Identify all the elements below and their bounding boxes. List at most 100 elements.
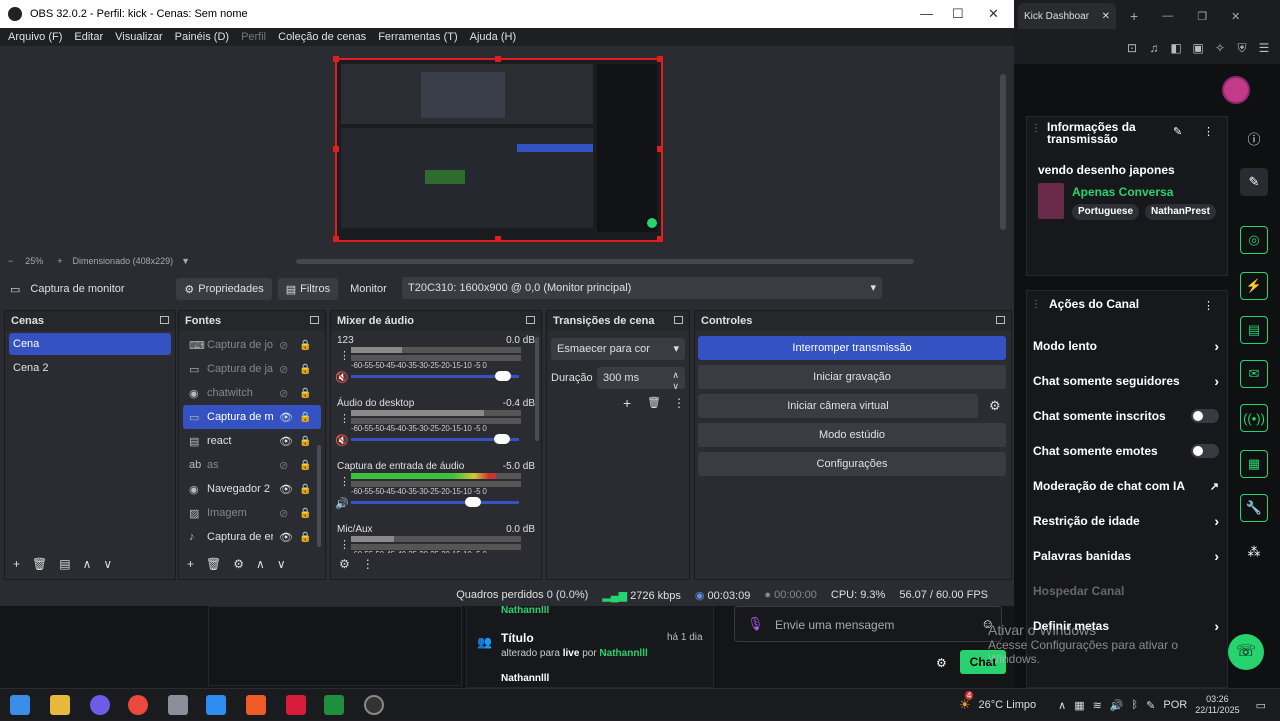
resize-handle[interactable] (495, 56, 501, 62)
eye-icon[interactable]: 👁 (279, 435, 295, 448)
source-item[interactable]: ▭ Captura de m 👁 🔒 (183, 405, 321, 429)
tab-kick-dashboard[interactable]: Kick Dashboar ✕ (1018, 3, 1116, 29)
undock-icon[interactable] (310, 316, 319, 324)
lock-icon[interactable]: 🔒 (299, 436, 313, 447)
start-virtual-camera-button[interactable]: Iniciar câmera virtual (698, 394, 978, 418)
lock-icon[interactable]: 🔒 (299, 484, 313, 495)
channel-action[interactable]: Chat somente seguidores › (1033, 372, 1219, 390)
channel-action[interactable]: Modo lento › (1033, 337, 1219, 355)
undock-icon[interactable] (996, 316, 1005, 324)
info-icon[interactable]: ⓘ (1240, 124, 1268, 152)
arrow-down-icon[interactable]: ∨ (103, 557, 112, 571)
start-recording-button[interactable]: Iniciar gravação (698, 365, 1006, 389)
eye-off-icon[interactable]: ⊘ (279, 459, 295, 472)
resize-handle[interactable] (495, 236, 501, 242)
menu-item[interactable]: Ferramentas (T) (378, 31, 457, 43)
add-icon[interactable]: + (13, 557, 20, 571)
lock-icon[interactable]: 🔒 (299, 532, 313, 543)
chat-icon[interactable]: ✉ (1240, 360, 1268, 388)
scene-item[interactable]: Cena (9, 333, 171, 355)
weather-text[interactable]: 26°C Limpo (979, 699, 1037, 711)
menu-item[interactable]: Visualizar (115, 31, 163, 43)
volume-knob[interactable] (465, 497, 481, 507)
more-icon[interactable]: ⋮ (673, 396, 685, 410)
wallet-icon[interactable]: ▣ (1190, 40, 1206, 56)
notes-icon[interactable]: ▤ (1240, 316, 1268, 344)
network-icon[interactable]: ▦ (1074, 699, 1084, 712)
monitor-select[interactable]: T20C310: 1600x900 @ 0,0 (Monitor princip… (402, 277, 882, 299)
screenshot-icon[interactable]: ⊡ (1124, 40, 1140, 56)
discord-icon[interactable] (90, 695, 110, 715)
drag-handle-icon[interactable]: ⋮ (1031, 123, 1041, 134)
volume-icon[interactable]: 🔊 (1110, 699, 1124, 712)
channel-action[interactable]: Palavras banidas › (1033, 547, 1219, 565)
close-icon[interactable]: ✕ (988, 6, 999, 22)
volume-slider[interactable] (351, 371, 519, 381)
restore-icon[interactable]: ❐ (1197, 10, 1207, 23)
chevron-down-icon[interactable]: ∨ (672, 375, 679, 397)
file-explorer-icon[interactable] (50, 695, 70, 715)
weather-icon[interactable]: ☀ 4 (959, 691, 974, 713)
activity-user-top[interactable]: Nathannlll (501, 605, 549, 616)
mic-icon[interactable]: 🎙 (747, 616, 764, 632)
menu-item[interactable]: Editar (74, 31, 103, 43)
arrow-down-icon[interactable]: ∨ (277, 557, 286, 571)
zoom-out-icon[interactable]: − (8, 256, 13, 266)
mixer-scrollbar[interactable] (535, 337, 539, 441)
settings-icon[interactable]: ⚙ (936, 656, 947, 670)
chrome-icon[interactable] (128, 695, 148, 715)
stop-streaming-button[interactable]: Interromper transmissão (698, 336, 1006, 360)
lock-icon[interactable]: 🔒 (299, 508, 313, 519)
more-icon[interactable]: ⋮ (339, 538, 350, 551)
chevron-down-icon[interactable]: ▼ (181, 256, 190, 266)
close-window-icon[interactable]: ✕ (1231, 10, 1240, 23)
resize-handle[interactable] (657, 146, 663, 152)
more-icon[interactable]: ⋮ (339, 475, 350, 488)
more-icon[interactable]: ⋮ (339, 349, 350, 362)
source-item[interactable]: ⌨ Captura de jo ⊘ 🔒 (183, 333, 321, 357)
muted-speaker-icon[interactable]: 🔇 (335, 371, 349, 384)
pen-icon[interactable]: ✎ (1146, 699, 1155, 712)
zoom-in-icon[interactable]: + (57, 256, 62, 266)
shield-icon[interactable]: ⛨ (1234, 40, 1250, 56)
support-chat-icon[interactable]: ☏ (1228, 634, 1264, 670)
notifications-icon[interactable]: ▭ (1256, 699, 1266, 712)
source-item[interactable]: ▭ Captura de ja ⊘ 🔒 (183, 357, 321, 381)
toggle-switch[interactable] (1191, 444, 1219, 458)
camera-icon[interactable]: ◎ (1240, 226, 1268, 254)
trash-icon[interactable]: 🗑 (647, 396, 661, 409)
music-icon[interactable]: ♫ (1146, 40, 1162, 56)
lock-icon[interactable]: 🔒 (299, 412, 313, 423)
arrow-up-icon[interactable]: ∧ (256, 557, 265, 571)
undock-icon[interactable] (160, 316, 169, 324)
gear-icon[interactable]: ⚙ (233, 557, 244, 571)
eye-off-icon[interactable]: ⊘ (279, 339, 295, 352)
channel-action[interactable]: Chat somente inscritos (1033, 407, 1219, 425)
activity-user[interactable]: Nathannlll (599, 648, 647, 659)
eye-off-icon[interactable]: ⊘ (279, 363, 295, 376)
avatar[interactable] (1222, 76, 1250, 104)
gear-icon[interactable]: ⚙ (989, 398, 1001, 414)
trash-icon[interactable]: 🗑 (206, 557, 221, 571)
resize-handle[interactable] (333, 146, 339, 152)
trash-icon[interactable]: 🗑 (32, 557, 47, 571)
edit-icon[interactable]: ✎ (1173, 125, 1182, 138)
channel-action[interactable]: Chat somente emotes (1033, 442, 1219, 460)
advanced-audio-icon[interactable]: ⚙ (339, 557, 350, 571)
eye-off-icon[interactable]: ⊘ (279, 387, 295, 400)
new-tab-icon[interactable]: + (1130, 8, 1138, 24)
apps-icon[interactable]: ⁂ (1240, 538, 1268, 566)
chevron-up-icon[interactable]: ∧ (1058, 699, 1066, 712)
arrow-up-icon[interactable]: ∧ (83, 557, 92, 571)
wifi-icon[interactable]: ≋ (1093, 699, 1102, 712)
preview-hscrollbar[interactable] (296, 259, 914, 264)
muted-speaker-icon[interactable]: 🔇 (335, 434, 349, 447)
extensions-icon[interactable]: ✧ (1212, 40, 1228, 56)
filter-icon[interactable]: ▤ (59, 557, 70, 571)
lightning-icon[interactable]: ⚡ (1240, 272, 1268, 300)
more-icon[interactable]: ⋮ (1203, 299, 1214, 312)
properties-button[interactable]: ⚙ Propriedades (176, 278, 272, 300)
settings-button[interactable]: Configurações (698, 452, 1006, 476)
volume-slider[interactable] (351, 434, 519, 444)
scene-item[interactable]: Cena 2 (9, 357, 171, 379)
